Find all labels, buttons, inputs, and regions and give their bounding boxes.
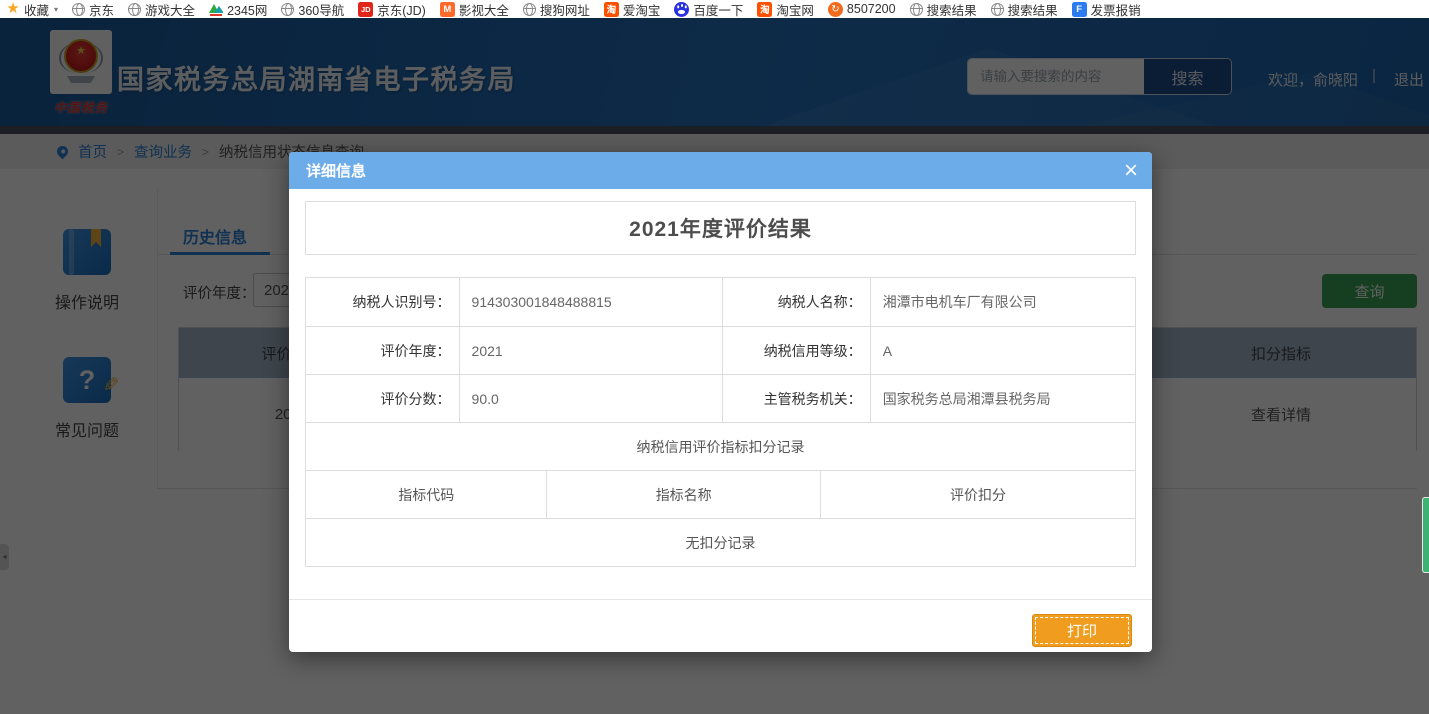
result-title-box: 2021年度评价结果 <box>305 201 1136 255</box>
credit-level-value: A <box>870 327 1135 374</box>
bookmark-favorites[interactable]: ★ 收藏 ▾ <box>6 0 58 18</box>
globe-icon <box>128 3 141 16</box>
jd-icon: JD <box>358 2 373 17</box>
bookmark-jd[interactable]: JD 京东(JD) <box>358 0 426 18</box>
bookmark-search-result-1[interactable]: 搜索结果 <box>910 0 977 18</box>
chevron-down-icon: ▾ <box>54 5 58 14</box>
taobao-icon: 淘 <box>604 2 619 17</box>
baidu-icon <box>674 2 689 17</box>
2345-icon <box>209 2 223 16</box>
field-label: 纳税人识别号： <box>306 278 459 326</box>
bookmark-aitaobao[interactable]: 淘 爱淘宝 <box>604 0 661 18</box>
bookmark-label: 搜狗网址 <box>540 0 590 18</box>
bookmark-label: 京东 <box>89 0 114 18</box>
no-deduction-text: 无扣分记录 <box>306 519 1135 566</box>
bookmark-label: 淘宝网 <box>776 0 814 18</box>
bookmark-8507200[interactable]: ↻ 8507200 <box>828 2 896 17</box>
globe-icon <box>910 3 923 16</box>
bookmark-label: 2345网 <box>227 0 267 18</box>
close-icon[interactable]: × <box>1124 159 1138 183</box>
bookmark-search-result-2[interactable]: 搜索结果 <box>991 0 1058 18</box>
field-label: 纳税人名称： <box>722 278 870 326</box>
column-header-name: 指标名称 <box>546 471 820 518</box>
bookmark-label: 游戏大全 <box>145 0 195 18</box>
empty-row: 无扣分记录 <box>306 518 1135 566</box>
field-label: 评价分数： <box>306 375 459 422</box>
browser-bookmarks-bar: ★ 收藏 ▾ 京东 游戏大全 2345网 360导航 JD 京东(JD) M 影… <box>0 0 1429 18</box>
detail-modal: 详细信息 × 2021年度评价结果 纳税人识别号： 91430300184848… <box>289 152 1152 652</box>
bookmark-label: 影视大全 <box>459 0 509 18</box>
evaluation-year-value: 2021 <box>459 327 723 374</box>
bookmark-label: 发票报销 <box>1091 0 1141 18</box>
field-label: 纳税信用等级： <box>722 327 870 374</box>
star-icon: ★ <box>6 2 20 16</box>
taxpayer-id-value: 914303001848488815 <box>459 278 723 326</box>
bookmark-360nav[interactable]: 360导航 <box>281 0 344 18</box>
invoice-icon: F <box>1072 2 1087 17</box>
modal-title: 详细信息 <box>306 160 366 181</box>
bookmark-2345[interactable]: 2345网 <box>209 0 267 18</box>
refresh-icon: ↻ <box>828 2 843 17</box>
table-row: 评价分数： 90.0 主管税务机关： 国家税务总局湘潭县税务局 <box>306 374 1135 422</box>
globe-icon <box>72 3 85 16</box>
table-row: 纳税人识别号： 914303001848488815 纳税人名称： 湘潭市电机车… <box>306 278 1135 326</box>
score-value: 90.0 <box>459 375 723 422</box>
modal-body: 2021年度评价结果 纳税人识别号： 914303001848488815 纳税… <box>289 201 1152 567</box>
bookmark-label: 搜索结果 <box>927 0 977 18</box>
bookmark-label: 360导航 <box>298 0 344 18</box>
movie-icon: M <box>440 2 455 17</box>
column-header-score: 评价扣分 <box>820 471 1135 518</box>
globe-icon <box>281 3 294 16</box>
result-title: 2021年度评价结果 <box>629 213 812 243</box>
deduction-section-title: 纳税信用评价指标扣分记录 <box>306 423 1135 470</box>
globe-icon <box>991 3 1004 16</box>
bookmark-taobao[interactable]: 淘 淘宝网 <box>757 0 814 18</box>
edge-floating-tab[interactable] <box>1422 497 1429 573</box>
bookmark-fapiao[interactable]: F 发票报销 <box>1072 0 1141 18</box>
bookmark-label: 爱淘宝 <box>623 0 661 18</box>
bookmark-jingdong[interactable]: 京东 <box>72 0 114 18</box>
bookmark-label: 收藏 <box>24 0 49 18</box>
deduction-header-row: 指标代码 指标名称 评价扣分 <box>306 470 1135 518</box>
globe-icon <box>523 3 536 16</box>
modal-header: 详细信息 × <box>289 152 1152 189</box>
modal-footer: 打印 <box>289 599 1152 652</box>
table-row: 评价年度： 2021 纳税信用等级： A <box>306 326 1135 374</box>
evaluation-info-table: 纳税人识别号： 914303001848488815 纳税人名称： 湘潭市电机车… <box>305 277 1136 567</box>
bookmark-label: 搜索结果 <box>1008 0 1058 18</box>
bookmark-games[interactable]: 游戏大全 <box>128 0 195 18</box>
print-button[interactable]: 打印 <box>1032 614 1132 647</box>
bookmark-movies[interactable]: M 影视大全 <box>440 0 509 18</box>
bookmark-baidu[interactable]: 百度一下 <box>674 0 743 18</box>
field-label: 主管税务机关： <box>722 375 870 422</box>
bookmark-label: 百度一下 <box>693 0 743 18</box>
bookmark-sogou[interactable]: 搜狗网址 <box>523 0 590 18</box>
taxpayer-name-value: 湘潭市电机车厂有限公司 <box>870 278 1135 326</box>
section-title-row: 纳税信用评价指标扣分记录 <box>306 422 1135 470</box>
bookmark-label: 京东(JD) <box>377 0 426 18</box>
tax-authority-value: 国家税务总局湘潭县税务局 <box>870 375 1135 422</box>
field-label: 评价年度： <box>306 327 459 374</box>
column-header-code: 指标代码 <box>306 471 546 518</box>
bookmark-label: 8507200 <box>847 2 896 16</box>
taobao-icon: 淘 <box>757 2 772 17</box>
